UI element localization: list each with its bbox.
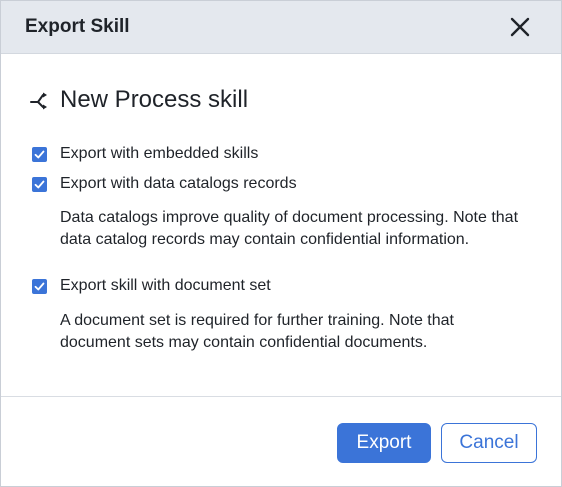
footer-divider [1,396,561,397]
export-button[interactable]: Export [337,423,431,463]
data-catalogs-label: Export with data catalogs records [60,175,297,192]
close-icon [510,17,530,37]
embedded-skills-checkbox[interactable] [32,146,47,162]
option-embedded-skills: Export with embedded skills [32,145,258,163]
document-set-note-line: A document set is required for further t… [60,312,454,329]
check-icon [34,180,45,188]
data-catalogs-note: Data catalogs improve quality of documen… [60,207,550,251]
document-set-note: A document set is required for further t… [60,310,550,354]
dialog-header: Export Skill [1,1,561,54]
skill-heading: New Process skill [29,85,248,115]
close-button[interactable] [507,14,533,40]
export-skill-dialog: Export Skill New Process skill Export wi… [0,0,562,487]
document-set-label: Export skill with document set [60,277,271,294]
check-icon [34,150,45,158]
process-skill-icon [30,92,47,110]
embedded-skills-label: Export with embedded skills [60,145,259,162]
data-catalogs-note-line: Data catalogs improve quality of documen… [60,209,519,226]
option-data-catalogs: Export with data catalogs records [32,175,297,193]
dialog-title: Export Skill [25,16,130,37]
data-catalogs-note-line: data catalog records may contain confide… [60,231,470,248]
data-catalogs-checkbox[interactable] [32,176,47,192]
skill-name: New Process skill [60,86,249,113]
document-set-note-line: document sets may contain confidential d… [60,334,428,351]
cancel-button[interactable]: Cancel [441,423,537,463]
option-document-set: Export skill with document set [32,277,271,295]
check-icon [34,282,45,290]
document-set-checkbox[interactable] [32,278,47,294]
